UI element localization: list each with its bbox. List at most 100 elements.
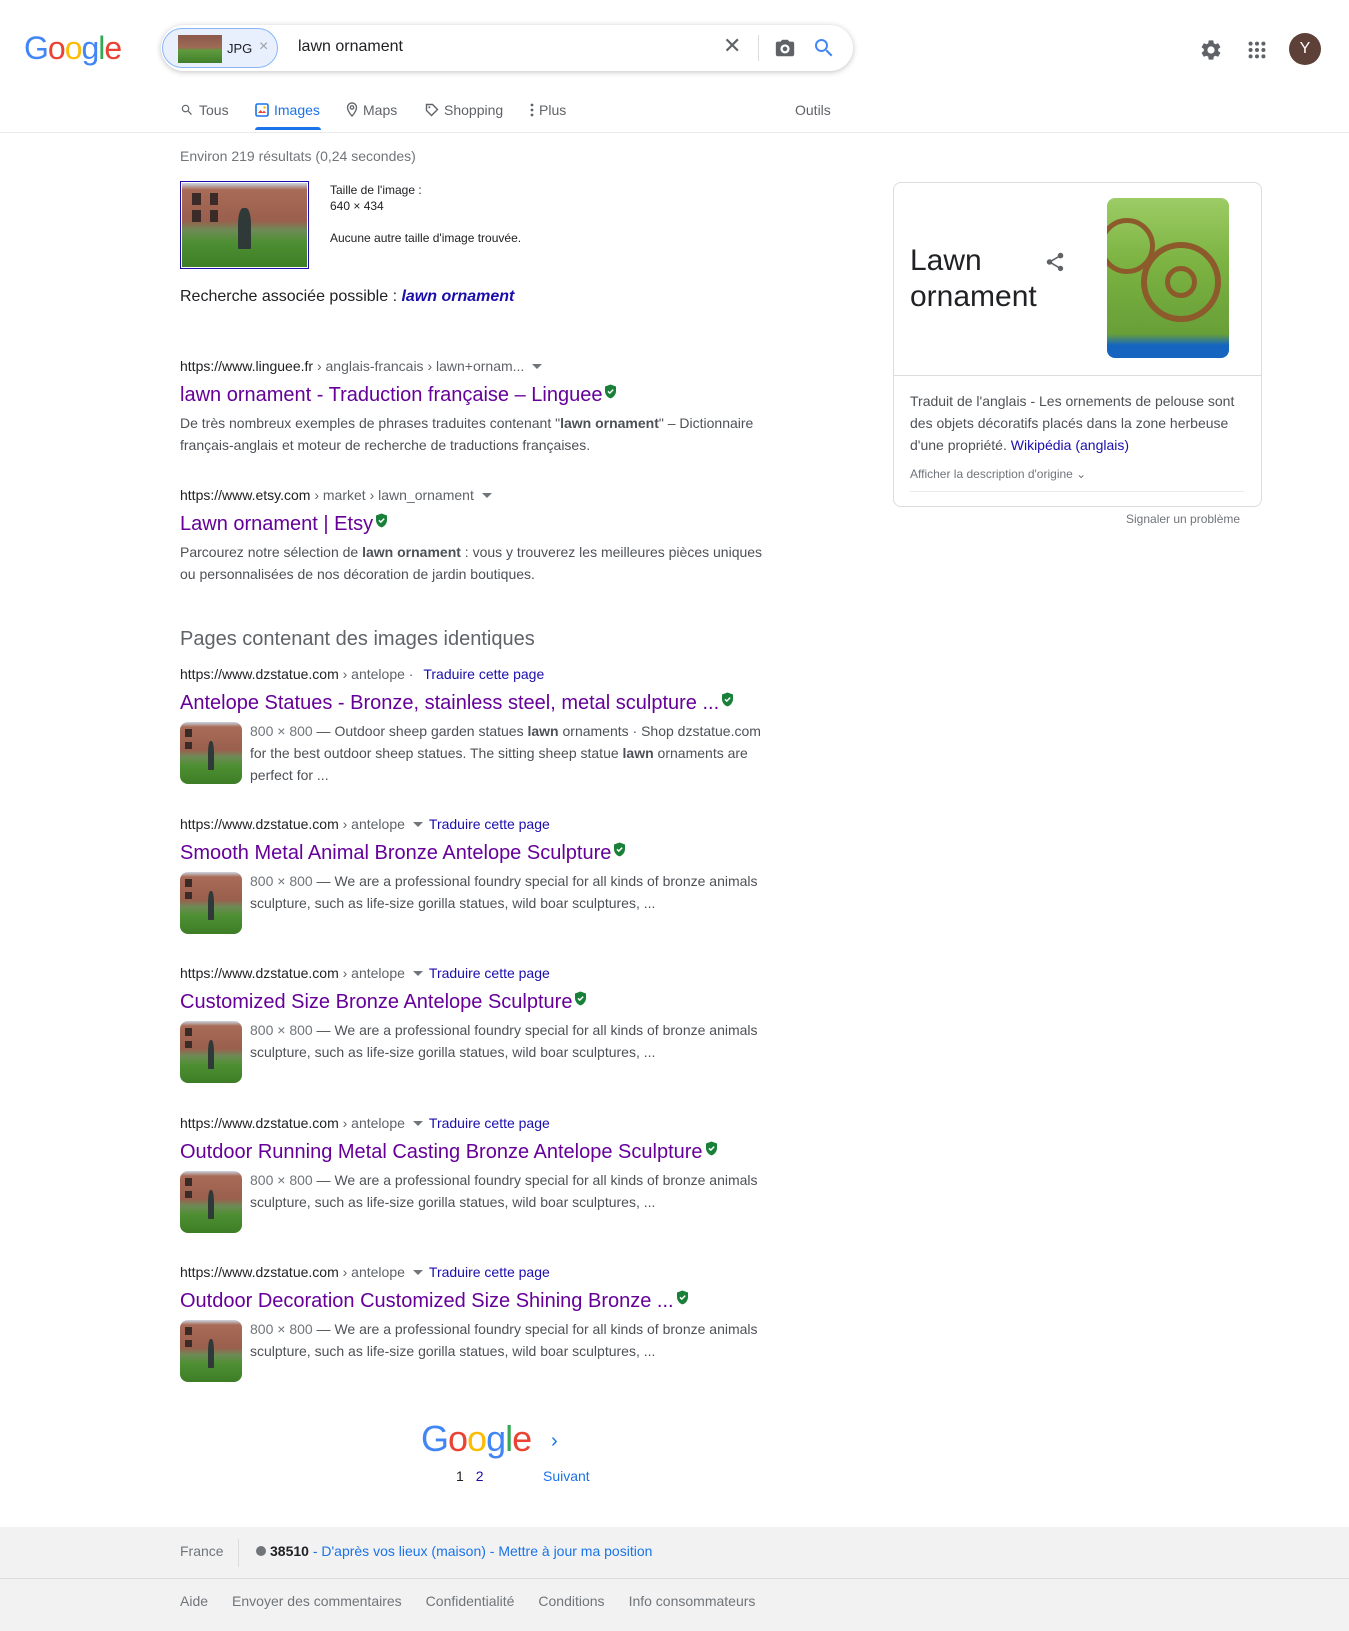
translate-link[interactable]: Traduire cette page — [429, 1115, 550, 1131]
translate-link[interactable]: Traduire cette page — [423, 666, 544, 682]
panel-divider — [910, 491, 1244, 492]
remove-image-icon[interactable]: × — [259, 39, 268, 55]
result-title[interactable]: Outdoor Running Metal Casting Bronze Ant… — [180, 1139, 780, 1165]
page-2-link[interactable]: 2 — [476, 1468, 484, 1484]
result-url[interactable]: https://www.dzstatue.com › antelope Tradu… — [180, 1262, 780, 1282]
result-thumbnail[interactable] — [180, 1171, 242, 1233]
result-title-text: Customized Size Bronze Antelope Sculptur… — [180, 991, 573, 1013]
result-url[interactable]: https://www.linguee.fr › anglais-francai… — [180, 356, 780, 376]
location-source-link[interactable]: - D'après vos lieux (maison) — [309, 1543, 486, 1559]
tab-shopping[interactable]: Shopping — [425, 102, 503, 118]
chevron-right-icon[interactable]: › — [551, 1430, 558, 1453]
result-url[interactable]: https://www.dzstatue.com › antelope Tradu… — [180, 963, 780, 983]
result-snippet: 800 × 800 — Outdoor sheep garden statues… — [250, 723, 761, 783]
separator: · — [404, 666, 418, 682]
image-result: https://www.dzstatue.com › antelope · Tr… — [180, 664, 780, 786]
tab-maps[interactable]: Maps — [346, 102, 397, 118]
knowledge-panel-image[interactable] — [1107, 198, 1229, 358]
tab-plus[interactable]: Plus — [530, 102, 566, 118]
chevron-down-icon[interactable] — [412, 822, 423, 827]
tabs-divider — [0, 132, 1349, 133]
footer-country: France — [180, 1543, 224, 1559]
result-path: › anglais-francais › lawn+ornam... — [313, 358, 525, 374]
footer-link-feedback[interactable]: Envoyer des commentaires — [232, 1593, 402, 1609]
result-path: › antelope — [338, 1264, 405, 1280]
verified-shield-icon — [614, 842, 626, 857]
apps-grid-icon[interactable] — [1246, 39, 1268, 61]
result-url[interactable]: https://www.dzstatue.com › antelope Tradu… — [180, 1113, 780, 1133]
chevron-down-icon[interactable] — [412, 1270, 423, 1275]
tab-tous[interactable]: Tous — [180, 102, 229, 118]
active-tab-indicator — [255, 127, 321, 130]
result-title[interactable]: Customized Size Bronze Antelope Sculptur… — [180, 989, 780, 1015]
result-title[interactable]: Lawn ornament | Etsy — [180, 511, 780, 537]
image-chip[interactable]: JPG × — [162, 28, 278, 68]
result-thumbnail[interactable] — [180, 1320, 242, 1382]
search-icon[interactable] — [812, 36, 836, 60]
settings-gear-icon[interactable] — [1199, 38, 1223, 62]
verified-shield-icon — [705, 1141, 717, 1156]
query-image[interactable] — [180, 181, 309, 269]
image-size-label: Taille de l'image : — [330, 183, 422, 197]
result-title[interactable]: Smooth Metal Animal Bronze Antelope Scul… — [180, 840, 780, 866]
result-thumbnail[interactable] — [180, 1021, 242, 1083]
result-title[interactable]: Outdoor Decoration Customized Size Shini… — [180, 1288, 780, 1314]
result-thumbnail[interactable] — [180, 722, 242, 784]
web-result: https://www.etsy.com › market › lawn_orn… — [180, 485, 780, 585]
tab-outils[interactable]: Outils — [795, 102, 831, 118]
footer-link-aide[interactable]: Aide — [180, 1593, 208, 1609]
camera-icon[interactable] — [773, 37, 797, 59]
no-other-sizes: Aucune autre taille d'image trouvée. — [330, 231, 522, 245]
next-page-link[interactable]: Suivant — [543, 1468, 590, 1484]
chevron-down-icon[interactable] — [412, 971, 423, 976]
chevron-down-icon[interactable] — [412, 1121, 423, 1126]
account-avatar[interactable]: Y — [1289, 33, 1321, 65]
footer-link-privacy[interactable]: Confidentialité — [426, 1593, 515, 1609]
map-pin-icon — [346, 102, 358, 117]
result-title[interactable]: Antelope Statues - Bronze, stainless ste… — [180, 690, 780, 716]
result-title-text: Antelope Statues - Bronze, stainless ste… — [180, 692, 720, 714]
google-logo[interactable]: Google — [24, 30, 122, 67]
image-size-value: 640 × 434 — [330, 199, 384, 213]
result-path: › market › lawn_ornament — [310, 487, 474, 503]
result-url[interactable]: https://www.dzstatue.com › antelope · Tr… — [180, 664, 780, 684]
chevron-down-icon[interactable] — [532, 364, 543, 369]
result-snippet: 800 × 800 — We are a professional foundr… — [250, 1172, 758, 1210]
report-problem-link[interactable]: Signaler un problème — [1126, 512, 1240, 526]
footer-link-terms[interactable]: Conditions — [538, 1593, 604, 1609]
related-search-link[interactable]: lawn ornament — [401, 288, 514, 305]
search-input[interactable]: lawn ornament — [298, 38, 403, 56]
result-title-text: Lawn ornament | Etsy — [180, 513, 374, 535]
result-snippet: 800 × 800 — We are a professional foundr… — [250, 1022, 758, 1060]
wikipedia-link[interactable]: Wikipédia (anglais) — [1011, 437, 1129, 453]
image-result: https://www.dzstatue.com › antelope Tradu… — [180, 1113, 780, 1233]
result-domain: https://www.etsy.com — [180, 487, 311, 503]
tab-label: Plus — [539, 102, 567, 118]
translate-link[interactable]: Traduire cette page — [429, 965, 550, 981]
chevron-down-icon[interactable] — [481, 493, 492, 498]
result-snippet: 800 × 800 — We are a professional foundr… — [250, 873, 758, 911]
result-title-text: Outdoor Decoration Customized Size Shini… — [180, 1290, 674, 1312]
result-url[interactable]: https://www.etsy.com › market › lawn_orn… — [180, 485, 780, 505]
verified-shield-icon — [605, 384, 617, 399]
footer-link-consumer-info[interactable]: Info consommateurs — [629, 1593, 756, 1609]
result-url[interactable]: https://www.dzstatue.com › antelope Tradu… — [180, 814, 780, 834]
result-title[interactable]: lawn ornament - Traduction française – L… — [180, 382, 780, 408]
update-location-link[interactable]: - Mettre à jour ma position — [486, 1543, 653, 1559]
result-title-text: Outdoor Running Metal Casting Bronze Ant… — [180, 1141, 703, 1163]
chevron-down-icon: ⌄ — [1076, 467, 1087, 481]
clear-search-icon[interactable]: ✕ — [723, 35, 741, 57]
result-domain: https://www.dzstatue.com — [180, 666, 339, 682]
tab-images[interactable]: Images — [255, 102, 320, 118]
result-title-text: lawn ornament - Traduction française – L… — [180, 384, 603, 406]
query-photo — [182, 183, 307, 267]
translate-link[interactable]: Traduire cette page — [429, 1264, 550, 1280]
result-thumbnail[interactable] — [180, 872, 242, 934]
share-icon[interactable] — [1044, 251, 1066, 273]
tab-label: Images — [274, 102, 320, 118]
query-image-info: Taille de l'image : 640 × 434 Aucune aut… — [330, 182, 521, 246]
location-dot-icon — [256, 1546, 266, 1556]
postal-code: 38510 — [270, 1543, 309, 1559]
show-original-description[interactable]: Afficher la description d'origine ⌄ — [910, 467, 1086, 481]
translate-link[interactable]: Traduire cette page — [429, 816, 550, 832]
